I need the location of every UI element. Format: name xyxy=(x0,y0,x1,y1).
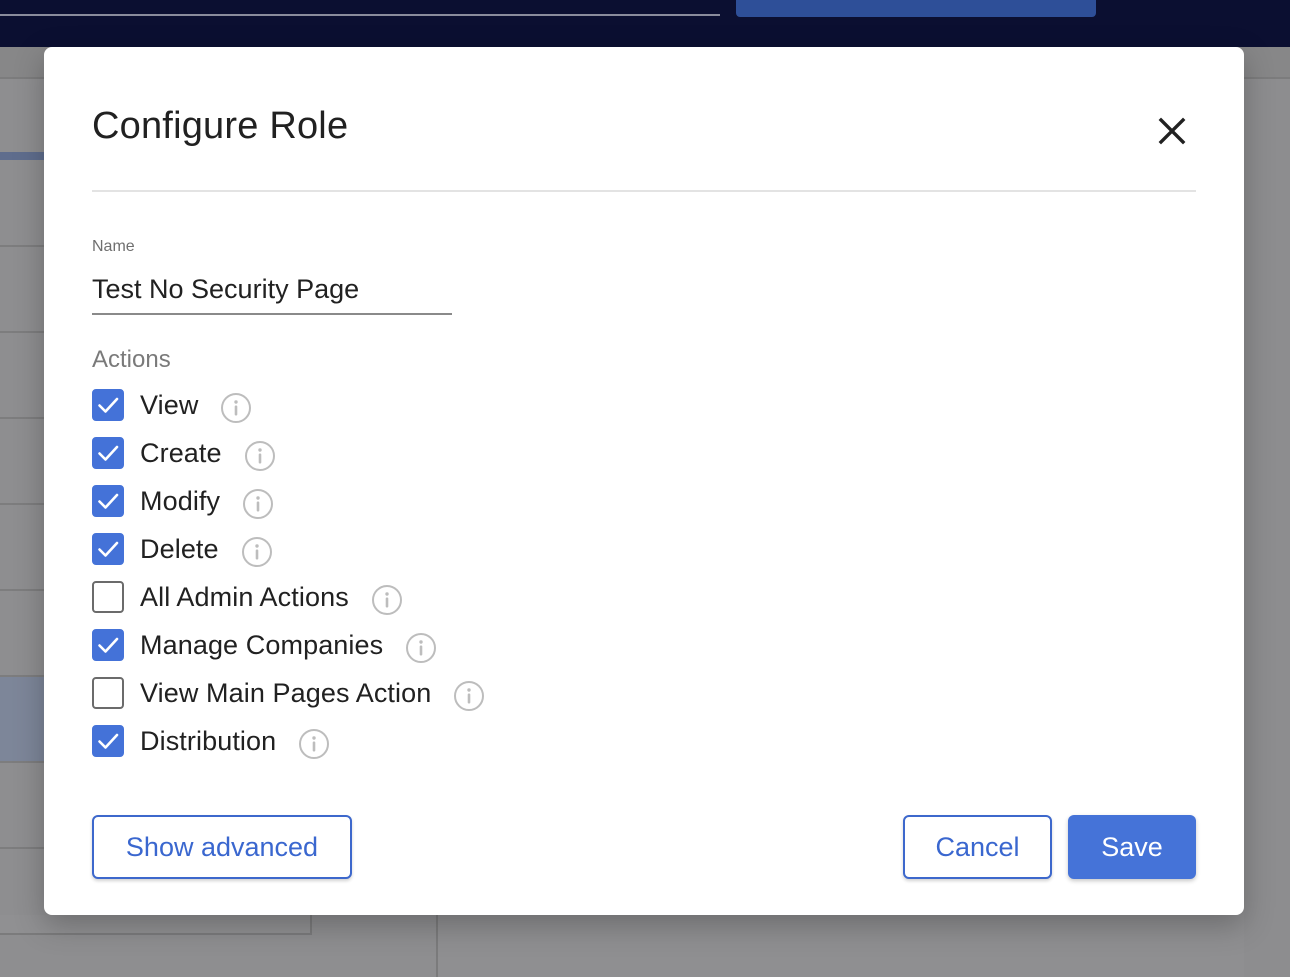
info-icon[interactable] xyxy=(220,392,252,424)
action-label[interactable]: Create xyxy=(140,438,222,469)
info-icon[interactable] xyxy=(244,440,276,472)
close-icon xyxy=(1158,117,1186,145)
background-row-divider xyxy=(0,503,44,505)
info-icon[interactable] xyxy=(371,584,403,616)
action-checkbox[interactable] xyxy=(92,533,124,565)
info-icon[interactable] xyxy=(453,680,485,712)
info-icon[interactable] xyxy=(405,632,437,664)
action-checkbox[interactable] xyxy=(92,725,124,757)
action-checkbox[interactable] xyxy=(92,677,124,709)
background-row-divider xyxy=(0,589,44,591)
checkmark-icon xyxy=(98,397,119,413)
info-icon-glyph xyxy=(244,441,275,471)
action-row: Modify xyxy=(92,477,692,525)
background-row-divider xyxy=(0,417,44,419)
action-row: Create xyxy=(92,429,692,477)
background-selected-row xyxy=(0,677,44,761)
checkmark-icon xyxy=(98,445,119,461)
action-label[interactable]: Distribution xyxy=(140,726,276,757)
name-field-label: Name xyxy=(92,238,135,255)
action-row: All Admin Actions xyxy=(92,573,692,621)
info-icon[interactable] xyxy=(241,536,273,568)
info-icon-glyph xyxy=(371,585,402,615)
action-checkbox[interactable] xyxy=(92,629,124,661)
actions-list: View Create Modify Delete All Admin Actions M… xyxy=(92,381,692,765)
info-icon-glyph xyxy=(299,729,330,759)
checkmark-icon xyxy=(98,637,119,653)
background-topbar xyxy=(0,0,1290,47)
action-checkbox[interactable] xyxy=(92,485,124,517)
close-button[interactable] xyxy=(1152,111,1192,151)
background-card xyxy=(0,915,312,935)
info-icon[interactable] xyxy=(298,728,330,760)
actions-section-label: Actions xyxy=(92,346,171,373)
action-checkbox[interactable] xyxy=(92,389,124,421)
background-row-divider xyxy=(0,761,44,763)
info-icon[interactable] xyxy=(242,488,274,520)
action-checkbox[interactable] xyxy=(92,437,124,469)
action-label[interactable]: View Main Pages Action xyxy=(140,678,431,709)
info-icon-glyph xyxy=(454,681,485,711)
background-top-button xyxy=(736,0,1096,17)
action-row: Distribution xyxy=(92,717,692,765)
action-row: View xyxy=(92,381,692,429)
action-label[interactable]: View xyxy=(140,390,198,421)
action-row: Manage Companies xyxy=(92,621,692,669)
configure-role-dialog: Configure Role Name Actions View Create Mo… xyxy=(44,47,1244,915)
background-row-divider xyxy=(0,847,44,849)
name-input[interactable] xyxy=(92,265,452,315)
dialog-title: Configure Role xyxy=(92,105,349,147)
action-label[interactable]: All Admin Actions xyxy=(140,582,349,613)
info-icon-glyph xyxy=(406,633,437,663)
checkmark-icon xyxy=(98,733,119,749)
show-advanced-button[interactable]: Show advanced xyxy=(92,815,352,879)
cancel-button[interactable]: Cancel xyxy=(903,815,1052,879)
save-button[interactable]: Save xyxy=(1068,815,1196,879)
info-icon-glyph xyxy=(241,537,272,567)
checkmark-icon xyxy=(98,493,119,509)
action-row: View Main Pages Action xyxy=(92,669,692,717)
background-accent-strip xyxy=(0,152,44,160)
action-checkbox[interactable] xyxy=(92,581,124,613)
action-row: Delete xyxy=(92,525,692,573)
info-icon-glyph xyxy=(221,393,252,423)
header-divider xyxy=(92,190,1196,192)
action-label[interactable]: Manage Companies xyxy=(140,630,383,661)
background-row-divider xyxy=(0,245,44,247)
action-label[interactable]: Delete xyxy=(140,534,219,565)
checkmark-icon xyxy=(98,541,119,557)
background-row-divider xyxy=(0,331,44,333)
action-label[interactable]: Modify xyxy=(140,486,220,517)
background-search-underline xyxy=(0,14,720,16)
info-icon-glyph xyxy=(243,489,274,519)
background-right-panel xyxy=(1244,79,1290,977)
